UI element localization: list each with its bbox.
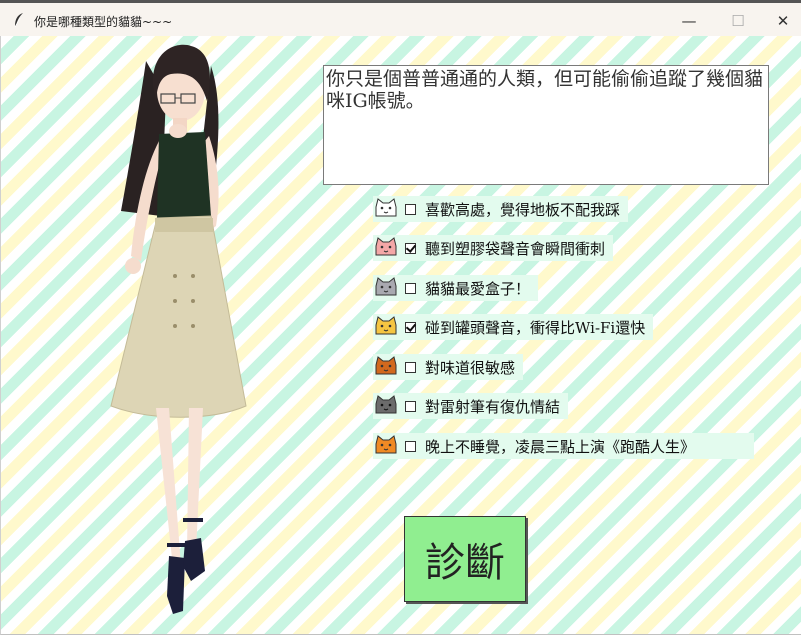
close-button[interactable]: ✕ [768, 9, 798, 33]
diagnose-button[interactable]: 診斷 [404, 516, 526, 602]
girl-character-illustration [110, 44, 247, 614]
option-label: 對味道很敏感 [425, 358, 516, 377]
option-label: 喜歡高處，覺得地板不配我踩 [425, 200, 621, 219]
brown-cat-icon [375, 356, 397, 375]
main-canvas: 你只是個普普通通的人類，但可能偷偷追蹤了幾個貓咪IG帳號。 喜歡高處，覺得地板不… [0, 36, 801, 635]
dark-gray-cat-icon [375, 395, 397, 414]
maximize-button[interactable]: ☐ [723, 9, 753, 33]
option-checkbox[interactable] [405, 400, 416, 412]
option-label: 晚上不睡覺，凌晨三點上演《跑酷人生》 [425, 437, 696, 456]
pink-cat-icon [375, 237, 397, 256]
title-bar: 你是哪種類型的貓貓~~~ — ☐ ✕ [0, 0, 801, 36]
option-row[interactable]: 對雷射筆有復仇情結 [373, 393, 569, 419]
option-checkbox[interactable] [405, 440, 416, 452]
option-row[interactable]: 貓貓最愛盒子！ [373, 275, 539, 301]
option-checkbox[interactable] [405, 361, 416, 373]
option-label: 貓貓最愛盒子！ [425, 279, 531, 298]
option-label: 對雷射筆有復仇情結 [425, 397, 561, 416]
feather-icon [14, 13, 23, 28]
result-text-box[interactable]: 你只是個普普通通的人類，但可能偷偷追蹤了幾個貓咪IG帳號。 [323, 65, 769, 185]
option-row[interactable]: 對味道很敏感 [373, 354, 524, 380]
orange-cat-icon [375, 435, 397, 454]
option-checkbox[interactable] [405, 282, 416, 294]
option-checkbox[interactable] [405, 203, 416, 215]
option-label: 碰到罐頭聲音，衝得比Wi-Fi還快 [425, 318, 646, 337]
option-checkbox[interactable] [405, 321, 416, 333]
yellow-cat-icon [375, 316, 397, 335]
option-row[interactable]: 晚上不睡覺，凌晨三點上演《跑酷人生》 [373, 433, 754, 459]
gray-cat-icon [375, 277, 397, 296]
white-cat-icon [375, 198, 397, 217]
option-row[interactable]: 喜歡高處，覺得地板不配我踩 [373, 196, 629, 222]
window-title: 你是哪種類型的貓貓~~~ [34, 15, 173, 29]
option-checkbox[interactable] [405, 242, 416, 254]
option-row[interactable]: 碰到罐頭聲音，衝得比Wi-Fi還快 [373, 314, 654, 340]
option-row[interactable]: 聽到塑膠袋聲音會瞬間衝刺 [373, 235, 614, 261]
option-label: 聽到塑膠袋聲音會瞬間衝刺 [425, 239, 606, 258]
minimize-button[interactable]: — [674, 9, 704, 33]
